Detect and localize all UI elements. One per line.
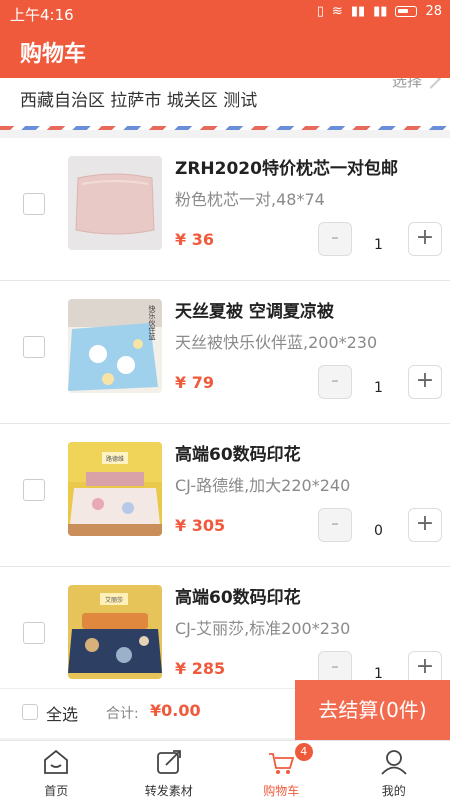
tab-share-materials[interactable]: 转发素材 [113, 741, 226, 800]
product-spec: CJ-艾丽莎,标准200*230 [175, 619, 351, 638]
product-image-bedding[interactable]: 艾丽莎 [68, 585, 162, 679]
tab-label: 我的 [381, 784, 406, 798]
product-image-quilt[interactable]: 快乐伙伴蓝 [68, 299, 162, 393]
increase-quantity-button[interactable]: + [408, 508, 442, 542]
product-name[interactable]: 天丝夏被 空调夏凉被 [175, 297, 334, 322]
product-price: ¥ 79 [175, 373, 214, 392]
header: 购物车 [0, 26, 450, 78]
tab-label: 首页 [44, 784, 69, 798]
home-icon [44, 749, 69, 774]
product-price: ¥ 36 [175, 230, 214, 249]
product-image-pillow[interactable] [68, 156, 162, 250]
decrease-quantity-button[interactable]: - [318, 365, 352, 399]
total-value: ¥0.00 [150, 701, 201, 720]
item-checkbox[interactable] [23, 479, 45, 501]
tab-label: 购物车 [263, 784, 300, 798]
cart-item: 路德维 高端60数码印花 CJ-路德维,加大220*240 ¥ 305 - 0 … [0, 424, 450, 567]
checkout-button[interactable]: 去结算(0件) [295, 680, 450, 740]
cart-count-badge: 4 [294, 743, 313, 761]
bottom-tab-bar: 首页 转发素材 4 购物车 我的 [0, 740, 450, 800]
product-spec: CJ-路德维,加大220*240 [175, 476, 351, 495]
wifi-icon: ≋ [331, 4, 343, 19]
battery-icon [395, 6, 418, 17]
cart-icon [269, 753, 295, 774]
select-all-label[interactable]: 全选 [46, 701, 78, 725]
signal-icon-2: ▮▮ [373, 4, 388, 19]
product-image-bedding[interactable]: 路德维 [68, 442, 162, 536]
chevron-right-icon[interactable] [421, 78, 441, 89]
signal-icon: ▮▮ [350, 4, 366, 19]
decrease-quantity-button[interactable]: - [318, 222, 352, 256]
quantity-value: 1 [374, 237, 383, 253]
image-label-text: 艾丽莎 [105, 596, 123, 604]
cart-item: ZRH2020特价枕芯一对包邮 粉色枕芯一对,48*74 ¥ 36 - 1 + [0, 138, 450, 281]
product-price: ¥ 285 [175, 659, 226, 678]
status-icons: ▯ ≋ ▮▮ ▮▮ 28 [317, 4, 442, 19]
increase-quantity-button[interactable]: + [408, 222, 442, 256]
battery-level: 28 [425, 4, 442, 19]
mail-stripe-divider [0, 126, 450, 130]
status-time: 上午4:16 [10, 6, 74, 24]
decrease-quantity-button[interactable]: - [318, 508, 352, 542]
cart-list: ZRH2020特价枕芯一对包邮 粉色枕芯一对,48*74 ¥ 36 - 1 + … [0, 138, 450, 710]
item-checkbox[interactable] [23, 336, 45, 358]
vibrate-icon: ▯ [316, 4, 324, 19]
tab-home[interactable]: 首页 [0, 741, 113, 800]
item-checkbox[interactable] [23, 193, 45, 215]
page-title: 购物车 [20, 42, 87, 67]
address-text: 西藏自治区 拉萨市 城关区 测试 [20, 91, 258, 111]
image-label-text: 路德维 [106, 455, 124, 463]
product-name[interactable]: 高端60数码印花 [175, 583, 301, 608]
tab-cart[interactable]: 4 购物车 [225, 741, 338, 800]
status-bar: 上午4:16 ▯ ≋ ▮▮ ▮▮ 28 [0, 0, 450, 26]
address-select-label[interactable]: 选择 [392, 78, 422, 91]
select-all-checkbox[interactable] [22, 704, 38, 720]
product-name[interactable]: ZRH2020特价枕芯一对包邮 [175, 154, 398, 179]
item-checkbox[interactable] [23, 622, 45, 644]
product-spec: 天丝被快乐伙伴蓝,200*230 [175, 333, 378, 352]
total-label: 合计: [106, 706, 139, 722]
tab-label: 转发素材 [144, 784, 193, 798]
quantity-value: 0 [374, 523, 383, 539]
product-name[interactable]: 高端60数码印花 [175, 440, 301, 465]
address-bar[interactable]: 选择 西藏自治区 拉萨市 城关区 测试 [0, 78, 450, 130]
product-price: ¥ 305 [175, 516, 226, 535]
product-spec: 粉色枕芯一对,48*74 [175, 190, 325, 209]
share-icon [156, 750, 181, 774]
tab-profile[interactable]: 我的 [338, 741, 450, 800]
image-label-text: 快乐伙伴蓝 [148, 304, 156, 340]
cart-item: 快乐伙伴蓝 天丝夏被 空调夏凉被 天丝被快乐伙伴蓝,200*230 ¥ 79 -… [0, 281, 450, 424]
increase-quantity-button[interactable]: + [408, 365, 442, 399]
user-icon [381, 750, 407, 775]
quantity-value: 1 [374, 380, 383, 396]
